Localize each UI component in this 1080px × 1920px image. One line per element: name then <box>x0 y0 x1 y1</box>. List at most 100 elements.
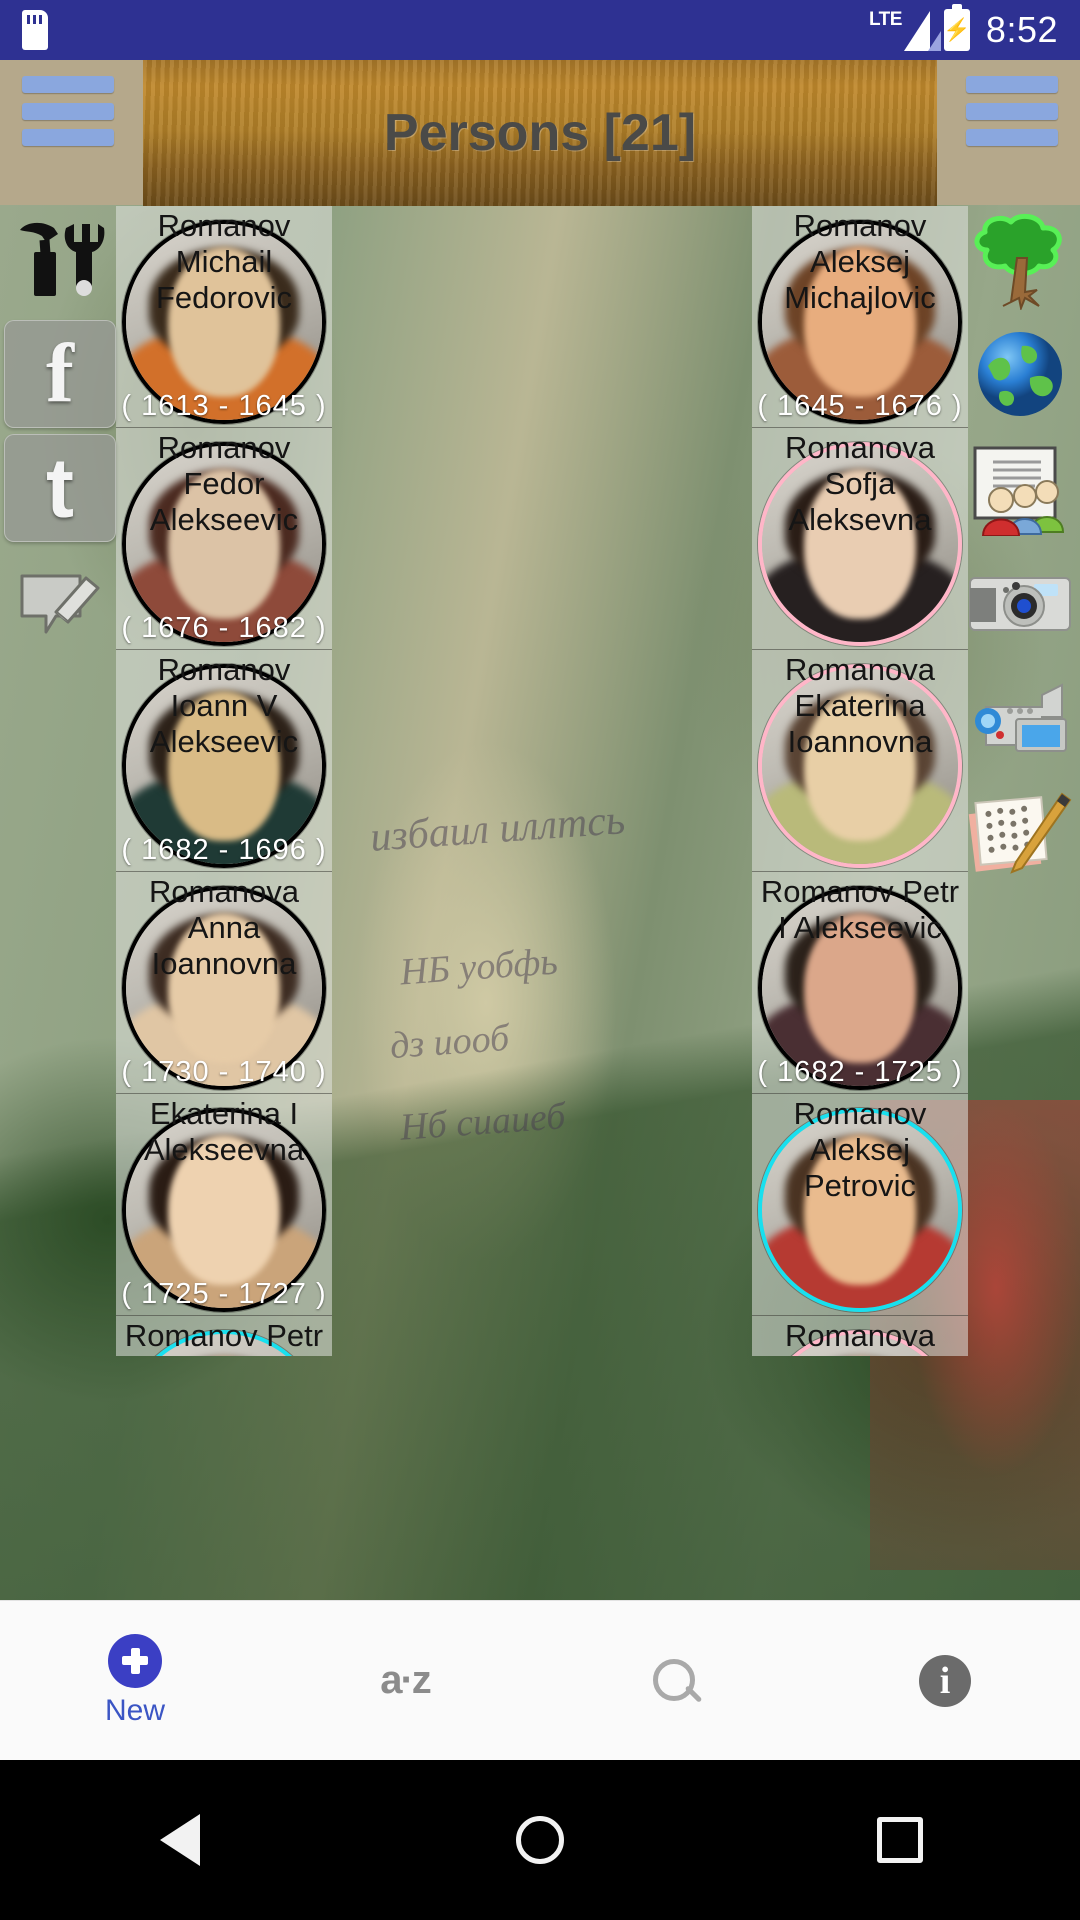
portrait-image <box>126 890 322 1086</box>
portrait-image <box>762 890 958 1086</box>
twitter-icon: t <box>46 441 74 535</box>
android-nav-bar <box>0 1760 1080 1920</box>
person-cell[interactable]: Romanov Aleksej Petrovic <box>752 1094 968 1316</box>
person-cell[interactable]: Romanova Anna Petrovna <box>752 1316 968 1356</box>
portrait-image <box>762 668 958 864</box>
avatar <box>122 220 326 424</box>
camcorder-button[interactable] <box>964 662 1076 770</box>
hamburger-menu-icon <box>22 129 114 146</box>
nav-back-button[interactable] <box>120 1760 240 1920</box>
portrait-face <box>804 691 916 841</box>
signal-bars-icon <box>903 10 941 51</box>
portrait-face <box>804 469 916 619</box>
family-tree-icon <box>974 213 1062 310</box>
hamburger-menu-icon <box>966 129 1058 146</box>
family-tree-button[interactable] <box>964 206 1076 314</box>
battery-charging-icon <box>943 4 970 51</box>
feedback-icon <box>20 574 100 634</box>
avatar <box>122 1108 326 1312</box>
app-root: избаил иллтсь НБ уобфь дз иооб Нб сиаиеб… <box>0 0 1080 1920</box>
info-icon: i <box>919 1654 971 1707</box>
avatar <box>122 1330 326 1356</box>
new-button-label: New <box>104 1693 165 1727</box>
person-cell[interactable]: Romanov Aleksej Michajlovic( 1645 - 1676… <box>752 206 968 428</box>
right-toolbar <box>960 206 1080 884</box>
status-clock: 8:52 <box>985 9 1058 50</box>
back-triangle-icon <box>160 1814 200 1866</box>
twitter-button[interactable]: t <box>4 434 116 542</box>
magnifier-icon <box>653 1658 697 1703</box>
left-toolbar: f t <box>0 206 120 656</box>
persons-button[interactable] <box>964 434 1076 542</box>
person-cell[interactable]: Romanov Michail Fedorovic( 1613 - 1645 ) <box>116 206 332 428</box>
portrait-image <box>126 1334 322 1356</box>
portrait-face <box>804 1135 916 1285</box>
documents-icon <box>968 792 1072 874</box>
avatar <box>758 1330 962 1356</box>
persons-grid: Romanov Michail Fedorovic( 1613 - 1645 )… <box>116 206 968 1356</box>
portrait-face <box>168 1135 280 1285</box>
facebook-icon: f <box>46 327 74 420</box>
portrait-face <box>168 691 280 841</box>
bottom-toolbar: New a·z i <box>0 1600 1080 1760</box>
globe-icon <box>978 332 1062 416</box>
person-cell[interactable]: Ekaterina I Alekseevna( 1725 - 1727 ) <box>116 1094 332 1316</box>
hamburger-menu-icon <box>966 76 1058 93</box>
new-button[interactable]: New <box>0 1601 270 1760</box>
documents-button[interactable] <box>964 776 1076 884</box>
portrait-image <box>126 1112 322 1308</box>
portrait-image <box>762 1334 958 1356</box>
avatar <box>758 664 962 868</box>
network-indicator: LTE <box>868 8 941 51</box>
person-cell[interactable]: Romanova Ekaterina Ioannovna <box>752 650 968 872</box>
portrait-image <box>126 668 322 864</box>
person-cell[interactable]: Romanova Anna Ioannovna( 1730 - 1740 ) <box>116 872 332 1094</box>
status-bar: LTE 8:52 <box>0 0 1080 60</box>
portrait-face <box>168 469 280 619</box>
avatar <box>122 886 326 1090</box>
portrait-face <box>168 913 280 1063</box>
camera-icon <box>969 577 1071 631</box>
avatar <box>122 442 326 646</box>
person-cell[interactable]: Romanov Petr I Alekseevic( 1682 - 1725 ) <box>752 872 968 1094</box>
person-cell[interactable]: Romanova Sofja Aleksevna <box>752 428 968 650</box>
menu-left-button[interactable] <box>22 76 114 146</box>
nav-recent-button[interactable] <box>840 1760 960 1920</box>
search-button[interactable] <box>540 1601 810 1760</box>
person-cell[interactable]: Romanov Fedor Alekseevic( 1676 - 1682 ) <box>116 428 332 650</box>
facebook-button[interactable]: f <box>4 320 116 428</box>
page-title: Persons [21] <box>383 104 697 162</box>
portrait-face <box>804 247 916 397</box>
avatar <box>758 442 962 646</box>
avatar <box>758 1108 962 1312</box>
camcorder-icon <box>975 683 1067 752</box>
person-cell[interactable]: Romanov Ioann V Alekseevic( 1682 - 1696 … <box>116 650 332 872</box>
portrait-image <box>126 446 322 642</box>
avatar <box>758 220 962 424</box>
info-button[interactable]: i <box>810 1601 1080 1760</box>
portrait-image <box>762 224 958 420</box>
globe-button[interactable] <box>964 320 1076 428</box>
recent-square-icon <box>877 1817 923 1863</box>
tools-button[interactable] <box>4 206 116 314</box>
sd-card-icon <box>22 10 48 50</box>
title-bar: Persons [21] <box>0 60 1080 206</box>
portrait-face <box>804 913 916 1063</box>
camera-button[interactable] <box>964 548 1076 656</box>
nav-home-button[interactable] <box>480 1760 600 1920</box>
sort-button[interactable]: a·z <box>270 1601 540 1760</box>
network-label: LTE <box>868 8 902 30</box>
person-cell[interactable]: Romanov Petr II Alekseevic <box>116 1316 332 1356</box>
persons-list[interactable]: Romanov Michail Fedorovic( 1613 - 1645 )… <box>116 206 968 1356</box>
avatar <box>758 886 962 1090</box>
plus-circle-icon <box>108 1633 162 1688</box>
portrait-image <box>762 446 958 642</box>
menu-right-button[interactable] <box>966 76 1058 146</box>
hamburger-menu-icon <box>22 102 114 120</box>
hamburger-menu-icon <box>22 76 114 93</box>
feedback-button[interactable] <box>4 548 116 656</box>
tools-icon <box>20 222 105 296</box>
home-circle-icon <box>516 1816 564 1864</box>
portrait-image <box>126 224 322 420</box>
portrait-image <box>762 1112 958 1308</box>
